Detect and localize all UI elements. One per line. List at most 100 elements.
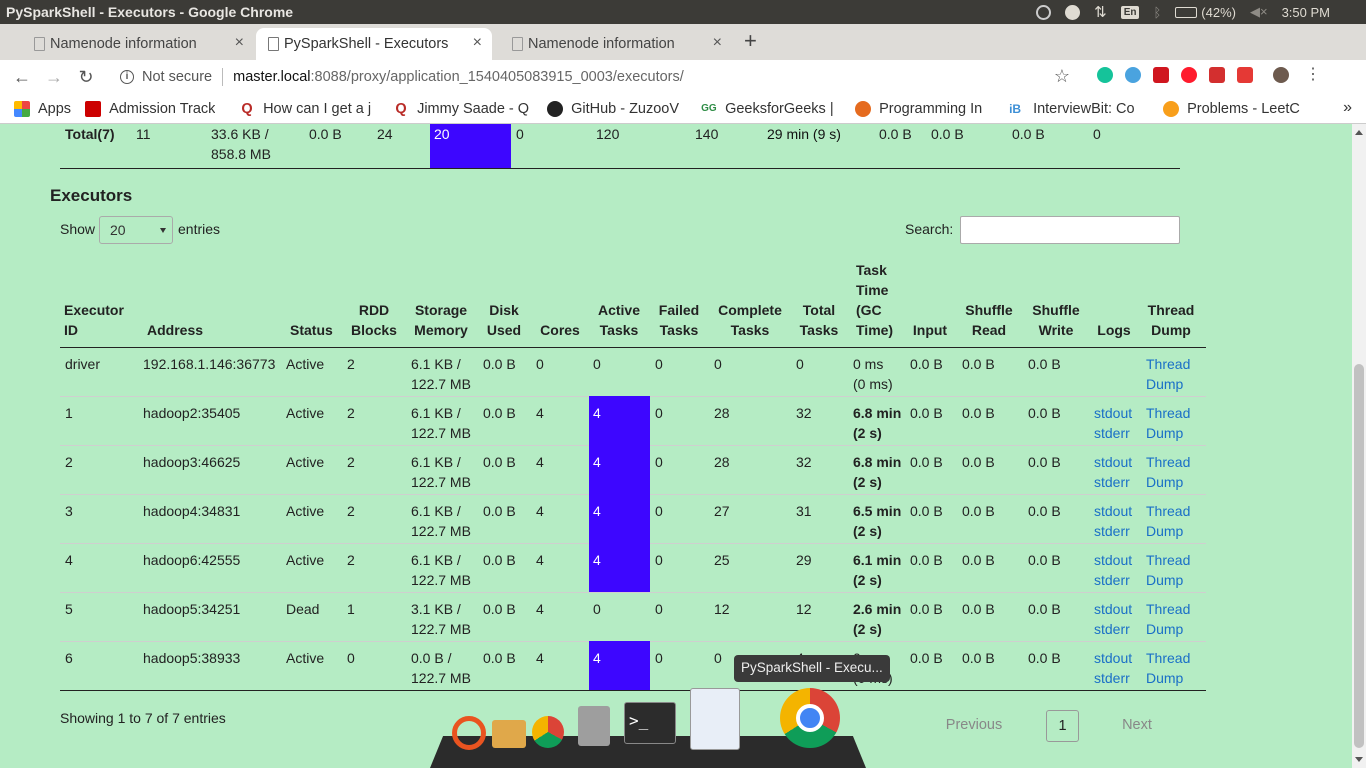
- tab-namenode-1[interactable]: Namenode information ×: [22, 28, 254, 60]
- stdout-link[interactable]: stdout: [1094, 550, 1132, 570]
- book-icon[interactable]: [1209, 67, 1225, 83]
- bookmark-programming[interactable]: Programming In: [855, 100, 995, 117]
- stderr-link[interactable]: stderr: [1094, 619, 1130, 639]
- thread-dump-link-line2[interactable]: Dump: [1146, 423, 1183, 443]
- thread-dump-link[interactable]: Thread: [1146, 403, 1190, 423]
- ubuntu-logo-icon[interactable]: [452, 716, 486, 750]
- thread-dump-link[interactable]: Thread: [1146, 599, 1190, 619]
- page-size-select[interactable]: 20: [99, 216, 173, 244]
- header-input[interactable]: Input: [910, 320, 950, 340]
- new-tab-button[interactable]: +: [744, 28, 764, 54]
- stdout-link[interactable]: stdout: [1094, 599, 1132, 619]
- calculator-icon[interactable]: [578, 706, 610, 746]
- forward-button[interactable]: →: [38, 67, 70, 88]
- header-storage-memory[interactable]: Storage Memory: [411, 300, 471, 340]
- opera-icon[interactable]: [1181, 67, 1197, 83]
- header-address[interactable]: Address: [147, 320, 203, 340]
- address-bar[interactable]: i Not secure master.local :8088/proxy/ap…: [110, 64, 1088, 90]
- header-shuffle-write[interactable]: Shuffle Write: [1028, 300, 1084, 340]
- scroll-down-icon[interactable]: [1355, 757, 1363, 762]
- page-1-button[interactable]: 1: [1046, 710, 1079, 742]
- battery-percent[interactable]: (42%): [1201, 5, 1236, 20]
- bookmark-interviewbit[interactable]: iB InterviewBit: Co: [1009, 101, 1149, 117]
- stdout-link[interactable]: stdout: [1094, 403, 1132, 423]
- stdout-link[interactable]: stdout: [1094, 501, 1132, 521]
- network-icon[interactable]: [1065, 4, 1081, 20]
- header-complete-tasks[interactable]: Complete Tasks: [714, 300, 786, 340]
- extension-blue-icon[interactable]: [1125, 67, 1141, 83]
- record-indicator-icon[interactable]: [1036, 4, 1052, 20]
- bookmark-admission[interactable]: Admission Track: [85, 100, 225, 117]
- thread-dump-link[interactable]: Thread: [1146, 501, 1190, 521]
- more-bookmarks-icon[interactable]: »: [1343, 99, 1352, 117]
- tab-executors[interactable]: PySparkShell - Executors ×: [256, 28, 492, 60]
- bluetooth-icon[interactable]: ᛒ: [1153, 5, 1161, 20]
- header-total-tasks[interactable]: Total Tasks: [796, 300, 842, 340]
- battery-icon[interactable]: [1175, 6, 1198, 18]
- header-disk-used[interactable]: Disk Used: [482, 300, 526, 340]
- close-tab-icon[interactable]: ×: [235, 34, 244, 52]
- stdout-link[interactable]: stdout: [1094, 452, 1132, 472]
- clock[interactable]: 3:50 PM: [1282, 5, 1330, 20]
- transfer-arrows-icon[interactable]: ⇅: [1094, 3, 1107, 21]
- tab-namenode-2[interactable]: Namenode information ×: [500, 28, 732, 60]
- thread-dump-link-line2[interactable]: Dump: [1146, 472, 1183, 492]
- bookmark-star-icon[interactable]: ☆: [1054, 66, 1070, 87]
- thread-dump-link-line2[interactable]: Dump: [1146, 374, 1183, 394]
- header-task-time[interactable]: Task Time (GC Time): [856, 260, 898, 340]
- scroll-up-icon[interactable]: [1355, 130, 1363, 135]
- thread-dump-link-line2[interactable]: Dump: [1146, 619, 1183, 639]
- cell-input: 0.0 B: [910, 552, 943, 568]
- back-button[interactable]: ←: [6, 67, 38, 88]
- stderr-link[interactable]: stderr: [1094, 423, 1130, 443]
- header-cores[interactable]: Cores: [536, 320, 584, 340]
- bookmark-github[interactable]: GitHub - ZuzooV: [547, 100, 687, 117]
- bookmark-apps[interactable]: Apps: [14, 100, 71, 117]
- stderr-link[interactable]: stderr: [1094, 521, 1130, 541]
- terminal-icon[interactable]: >_: [624, 702, 676, 744]
- bookmark-quora-2[interactable]: Q Jimmy Saade - Q: [393, 101, 533, 117]
- thread-dump-link[interactable]: Thread: [1146, 648, 1190, 668]
- scrollbar[interactable]: [1352, 124, 1366, 768]
- reload-button[interactable]: ↻: [70, 67, 102, 88]
- bookmark-quora-1[interactable]: Q How can I get a j: [239, 101, 379, 117]
- chrome-icon[interactable]: [532, 716, 564, 748]
- header-failed-tasks[interactable]: Failed Tasks: [654, 300, 704, 340]
- thread-dump-link[interactable]: Thread: [1146, 354, 1190, 374]
- grammarly-icon[interactable]: [1097, 67, 1113, 83]
- close-tab-icon[interactable]: ×: [473, 34, 482, 52]
- extension-red-icon[interactable]: [1153, 67, 1169, 83]
- header-shuffle-read[interactable]: Shuffle Read: [962, 300, 1016, 340]
- thread-dump-link-line2[interactable]: Dump: [1146, 570, 1183, 590]
- header-status[interactable]: Status: [290, 320, 333, 340]
- bookmark-leetcode[interactable]: Problems - LeetC: [1163, 100, 1303, 117]
- close-tab-icon[interactable]: ×: [713, 34, 722, 52]
- avatar[interactable]: [1273, 67, 1289, 83]
- security-label[interactable]: Not secure: [142, 69, 212, 85]
- thread-dump-link-line2[interactable]: Dump: [1146, 521, 1183, 541]
- keyboard-layout-indicator[interactable]: En: [1120, 5, 1140, 19]
- previous-button[interactable]: Previous: [916, 710, 1032, 742]
- calendar-icon[interactable]: [1237, 67, 1253, 83]
- menu-dots-icon[interactable]: ⋮: [1305, 67, 1321, 83]
- files-icon[interactable]: [492, 720, 526, 748]
- thread-dump-link[interactable]: Thread: [1146, 550, 1190, 570]
- image-viewer-icon[interactable]: [690, 688, 740, 750]
- bookmark-geeksforgeeks[interactable]: GG GeeksforGeeks |: [701, 101, 841, 117]
- stderr-link[interactable]: stderr: [1094, 668, 1130, 688]
- thread-dump-link[interactable]: Thread: [1146, 452, 1190, 472]
- search-input[interactable]: [960, 216, 1180, 244]
- info-icon[interactable]: i: [120, 70, 134, 84]
- stdout-link[interactable]: stdout: [1094, 648, 1132, 668]
- header-rdd-blocks[interactable]: RDD Blocks: [346, 300, 402, 340]
- thread-dump-link-line2[interactable]: Dump: [1146, 668, 1183, 688]
- header-logs[interactable]: Logs: [1096, 320, 1132, 340]
- scrollbar-thumb[interactable]: [1354, 364, 1364, 748]
- header-active-tasks[interactable]: Active Tasks: [592, 300, 646, 340]
- header-thread-dump[interactable]: Thread Dump: [1146, 300, 1196, 340]
- volume-muted-icon[interactable]: ◀×: [1250, 4, 1268, 20]
- stderr-link[interactable]: stderr: [1094, 472, 1130, 492]
- stderr-link[interactable]: stderr: [1094, 570, 1130, 590]
- header-executor-id[interactable]: Executor ID: [64, 300, 134, 340]
- next-button[interactable]: Next: [1094, 710, 1180, 742]
